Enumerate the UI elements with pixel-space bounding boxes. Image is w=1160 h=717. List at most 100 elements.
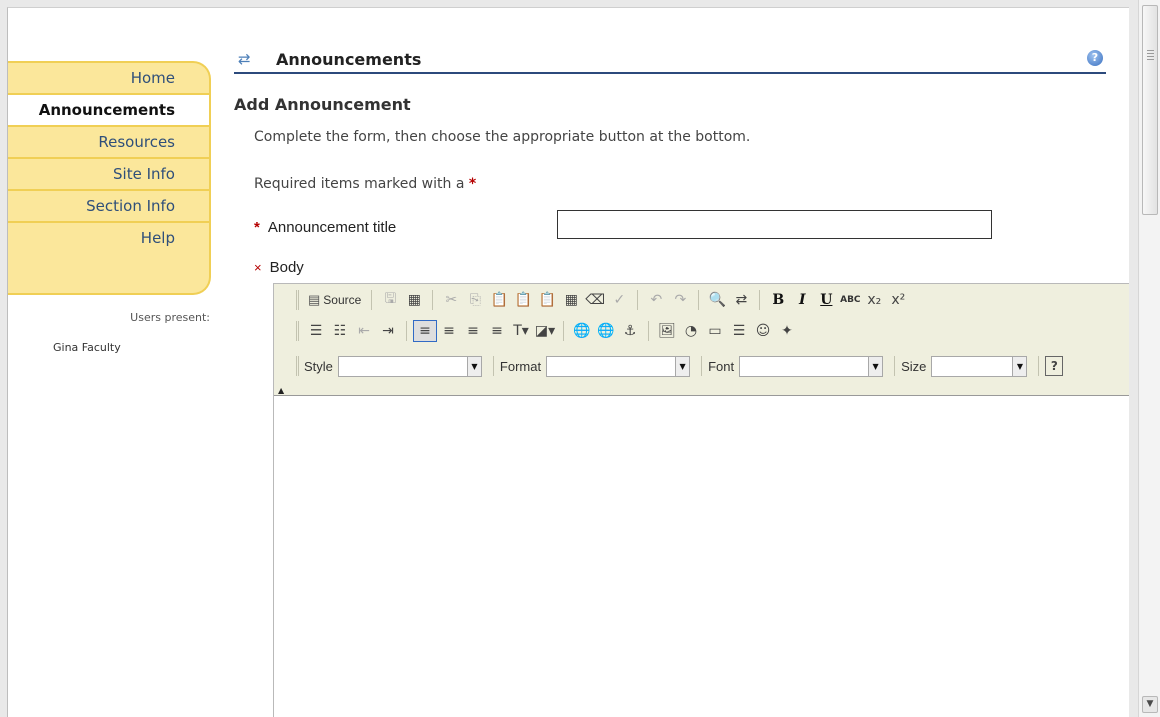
anchor-icon[interactable]: ⚓ bbox=[618, 320, 642, 342]
link-icon[interactable]: 🌐 bbox=[570, 320, 594, 342]
toolbar-separator bbox=[371, 290, 373, 310]
horizontal-rule-icon[interactable]: ☰ bbox=[727, 320, 751, 342]
strikethrough-icon[interactable]: ABC bbox=[838, 289, 862, 311]
required-note: Required items marked with a * bbox=[254, 176, 476, 192]
nav-item-help[interactable]: Help bbox=[8, 223, 209, 255]
special-char-icon[interactable]: ✦ bbox=[775, 320, 799, 342]
present-user: Gina Faculty bbox=[53, 341, 121, 354]
align-left-icon[interactable]: ≡ bbox=[413, 320, 437, 342]
numbered-list-icon[interactable]: ☰ bbox=[304, 320, 328, 342]
find-icon[interactable]: 🔍 bbox=[705, 289, 729, 311]
tool-frame: Home Announcements Resources Site Info S… bbox=[7, 7, 1129, 717]
body-label: × Body bbox=[254, 259, 304, 276]
style-combo-label: Style bbox=[304, 358, 333, 374]
italic-icon[interactable]: I bbox=[790, 289, 814, 311]
nav-item-resources[interactable]: Resources bbox=[8, 127, 209, 159]
chevron-down-icon[interactable]: ▼ bbox=[675, 356, 690, 376]
editor-content-area[interactable] bbox=[274, 395, 1129, 717]
templates-icon[interactable]: ▦ bbox=[402, 289, 426, 311]
font-combo-label: Font bbox=[708, 358, 735, 374]
bulleted-list-icon[interactable]: ☷ bbox=[328, 320, 352, 342]
title-label-text: Announcement title bbox=[267, 219, 397, 236]
toolbar-separator bbox=[406, 321, 407, 341]
text-color-icon[interactable]: T▾ bbox=[509, 320, 533, 342]
paste-word-icon[interactable]: 📋 bbox=[535, 289, 559, 311]
align-right-icon[interactable]: ≡ bbox=[461, 320, 485, 342]
toolbar-separator bbox=[1038, 356, 1040, 376]
smiley-icon[interactable]: ☺ bbox=[751, 320, 775, 342]
toolbar-separator bbox=[637, 290, 639, 310]
collapse-toolbar-icon[interactable]: ▲ bbox=[278, 387, 284, 395]
editor-toolbar: ▤ Source 🖫 ▦ ✂ ⎘ 📋 📋 📋 ▦ ⌫ ✓ ↶ ↷ 🔍 ⇄ B I U ABC x₂ x² ☰ ☷ ⇤ ⇥ ≡ ≡ ≡ ≡… bbox=[274, 284, 1129, 395]
site-nav: Home Announcements Resources Site Info S… bbox=[8, 61, 211, 295]
chevron-down-icon[interactable]: ▼ bbox=[868, 356, 883, 376]
indent-icon[interactable]: ⇥ bbox=[376, 320, 400, 342]
source-button[interactable]: ▤ Source bbox=[304, 289, 365, 311]
users-present-label: Users present: bbox=[130, 311, 210, 324]
body-label-text: Body bbox=[269, 259, 304, 276]
flash-icon[interactable]: ◔ bbox=[679, 320, 703, 342]
nav-item-announcements[interactable]: Announcements bbox=[8, 95, 209, 127]
toolbar-separator bbox=[701, 356, 703, 376]
toolbar-separator bbox=[432, 290, 434, 310]
redo-icon[interactable]: ↷ bbox=[668, 289, 692, 311]
toolbar-separator bbox=[563, 321, 564, 341]
eraser-icon[interactable]: ⌫ bbox=[583, 289, 607, 311]
nav-item-site-info[interactable]: Site Info bbox=[8, 159, 209, 191]
required-star-icon: * bbox=[468, 176, 477, 192]
spellcheck-icon[interactable]: ✓ bbox=[607, 289, 631, 311]
format-dropdown-value bbox=[547, 357, 675, 376]
required-star-icon: * bbox=[254, 219, 260, 236]
unlink-icon[interactable]: 🌐 bbox=[594, 320, 618, 342]
announcement-title-input[interactable] bbox=[557, 210, 992, 239]
style-dropdown[interactable]: ▼ bbox=[337, 355, 482, 377]
format-combo-label: Format bbox=[499, 358, 542, 374]
toolbar-separator bbox=[894, 356, 896, 376]
align-center-icon[interactable]: ≡ bbox=[437, 320, 461, 342]
bg-color-icon[interactable]: ◪▾ bbox=[533, 320, 557, 342]
toolbar-group-handle bbox=[296, 290, 299, 310]
image-icon[interactable]: 🖼 bbox=[655, 320, 679, 342]
source-icon: ▤ bbox=[308, 292, 321, 307]
justify-icon[interactable]: ≡ bbox=[485, 320, 509, 342]
chevron-down-icon[interactable]: ▼ bbox=[1012, 356, 1027, 376]
vertical-scrollbar[interactable]: ▼ bbox=[1138, 0, 1160, 717]
paste-text-icon[interactable]: 📋 bbox=[511, 289, 535, 311]
required-note-text: Required items marked with a bbox=[254, 176, 465, 192]
undo-icon[interactable]: ↶ bbox=[644, 289, 668, 311]
chevron-down-icon[interactable]: ▼ bbox=[466, 356, 481, 376]
toolbar-row-2: ☰ ☷ ⇤ ⇥ ≡ ≡ ≡ ≡ T▾ ◪▾ 🌐 🌐 ⚓ 🖼 ◔ ▭ ☰ ☺ ✦ bbox=[296, 318, 799, 344]
instructions-text: Complete the form, then choose the appro… bbox=[254, 129, 751, 145]
size-dropdown-value bbox=[932, 357, 1012, 376]
underline-icon[interactable]: U bbox=[814, 289, 838, 311]
reset-arrows-icon[interactable]: ⇄ bbox=[238, 52, 251, 67]
table-icon[interactable]: ▭ bbox=[703, 320, 727, 342]
toolbar-row-3: Style ▼ Format ▼ Font ▼ Size ▼? bbox=[296, 353, 1064, 379]
replace-icon[interactable]: ⇄ bbox=[729, 289, 753, 311]
font-dropdown[interactable]: ▼ bbox=[739, 355, 884, 377]
save-icon[interactable]: 🖫 bbox=[378, 289, 402, 311]
nav-item-home[interactable]: Home bbox=[8, 63, 209, 95]
size-combo-label: Size bbox=[901, 358, 927, 374]
help-icon[interactable]: ? bbox=[1087, 50, 1103, 66]
toolbar-group-handle bbox=[296, 356, 299, 376]
format-dropdown[interactable]: ▼ bbox=[546, 355, 691, 377]
subscript-icon[interactable]: x₂ bbox=[862, 289, 886, 311]
font-dropdown-value bbox=[740, 357, 868, 376]
print-icon[interactable]: ▦ bbox=[559, 289, 583, 311]
bold-icon[interactable]: B bbox=[766, 289, 790, 311]
toolbar-separator bbox=[648, 321, 649, 341]
cut-icon[interactable]: ✂ bbox=[439, 289, 463, 311]
nav-item-section-info[interactable]: Section Info bbox=[8, 191, 209, 223]
about-editor-icon[interactable]: ? bbox=[1045, 356, 1064, 376]
source-button-label: Source bbox=[323, 293, 362, 307]
scroll-down-icon[interactable]: ▼ bbox=[1142, 696, 1158, 713]
page-title: Announcements bbox=[276, 50, 422, 69]
paste-icon[interactable]: 📋 bbox=[487, 289, 511, 311]
copy-icon[interactable]: ⎘ bbox=[463, 289, 487, 311]
superscript-icon[interactable]: x² bbox=[886, 289, 910, 311]
outdent-icon[interactable]: ⇤ bbox=[352, 320, 376, 342]
required-star-icon: × bbox=[254, 260, 262, 275]
size-dropdown[interactable]: ▼ bbox=[931, 355, 1028, 377]
scroll-thumb[interactable] bbox=[1142, 5, 1158, 215]
